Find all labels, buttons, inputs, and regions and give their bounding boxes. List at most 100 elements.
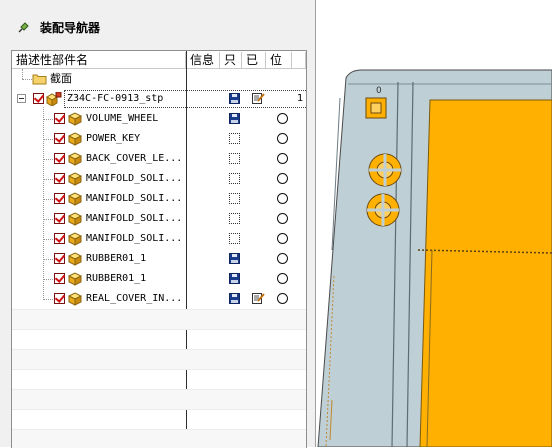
component-visibility-checkbox[interactable]: [54, 113, 65, 124]
component-cube-icon: [68, 172, 82, 186]
assembly-icon: [46, 92, 62, 106]
tree-row-component[interactable]: POWER_KEY: [12, 129, 306, 149]
tree-row-component[interactable]: MANIFOLD_SOLI...: [12, 189, 306, 209]
tree-connector: [43, 259, 53, 260]
column-header-name[interactable]: 描述性部件名: [12, 52, 186, 68]
tree-row-component[interactable]: REAL_COVER_IN...: [12, 289, 306, 309]
component-name: BACK_COVER_LE...: [86, 153, 183, 164]
panel-titlebar: 装配导航器: [0, 14, 315, 40]
tree-connector: [43, 239, 53, 240]
save-disk-icon: [229, 113, 240, 124]
tree-connector: [43, 179, 53, 180]
component-visibility-checkbox[interactable]: [54, 233, 65, 244]
position-circle-icon: [277, 273, 288, 284]
tree-connector: [43, 279, 53, 280]
empty-row: [12, 309, 306, 330]
section-label: 截面: [50, 72, 72, 85]
component-name: REAL_COVER_IN...: [86, 293, 183, 304]
tree-row-section[interactable]: 截面: [12, 69, 306, 89]
root-part-name: Z34C-FC-0913_stp: [67, 93, 164, 104]
assembly-navigator-panel: 装配导航器 描述性部件名 信息 只 已 位 截面 Z34C-FC-0913_st…: [0, 0, 316, 448]
empty-row: [12, 429, 306, 448]
component-cube-icon: [68, 112, 82, 126]
edit-note-icon: [252, 293, 265, 304]
component-visibility-checkbox[interactable]: [54, 173, 65, 184]
tree-connector: [43, 219, 53, 220]
save-disk-icon: [229, 293, 240, 304]
collapse-toggle[interactable]: [17, 94, 26, 103]
tree-connector: [43, 199, 53, 200]
root-count: 1: [297, 93, 304, 104]
component-cube-icon: [68, 292, 82, 306]
pin-icon[interactable]: [16, 21, 30, 35]
column-header-more[interactable]: [292, 52, 306, 68]
save-disk-icon: [229, 253, 240, 264]
component-name: POWER_KEY: [86, 133, 141, 144]
component-name: MANIFOLD_SOLI...: [86, 213, 183, 224]
position-circle-icon: [277, 293, 288, 304]
edit-note-icon: [252, 93, 265, 104]
empty-row: [12, 389, 306, 410]
position-circle-icon: [277, 173, 288, 184]
component-name: MANIFOLD_SOLI...: [86, 233, 183, 244]
empty-row: [12, 409, 306, 430]
component-visibility-checkbox[interactable]: [54, 193, 65, 204]
component-name: RUBBER01_1: [86, 253, 147, 264]
component-visibility-checkbox[interactable]: [54, 153, 65, 164]
component-cube-icon: [68, 272, 82, 286]
tree-connector: [43, 139, 53, 140]
panel-title: 装配导航器: [40, 21, 101, 35]
component-cube-icon: [68, 232, 82, 246]
root-visibility-checkbox[interactable]: [33, 93, 44, 104]
empty-row: [12, 329, 306, 350]
tree-row-component[interactable]: BACK_COVER_LE...: [12, 149, 306, 169]
svg-text:0: 0: [376, 86, 382, 96]
unsaved-box-icon: [229, 193, 240, 204]
tree-row-component[interactable]: VOLUME_WHEEL: [12, 109, 306, 129]
component-visibility-checkbox[interactable]: [54, 133, 65, 144]
save-disk-icon: [229, 273, 240, 284]
tree-header: 描述性部件名 信息 只 已 位: [12, 51, 306, 69]
position-circle-icon: [277, 193, 288, 204]
column-header-readonly[interactable]: 只: [220, 52, 242, 68]
component-name: MANIFOLD_SOLI...: [86, 193, 183, 204]
tree-connector: [43, 119, 53, 120]
component-name: RUBBER01_1: [86, 273, 147, 284]
component-visibility-checkbox[interactable]: [54, 253, 65, 264]
unsaved-box-icon: [229, 173, 240, 184]
empty-row: [12, 349, 306, 370]
tree-row-root[interactable]: Z34C-FC-0913_stp 1: [12, 89, 306, 109]
tree-row-component[interactable]: MANIFOLD_SOLI...: [12, 209, 306, 229]
save-disk-icon: [229, 93, 240, 104]
tree-connector: [43, 159, 53, 160]
unsaved-box-icon: [229, 213, 240, 224]
component-name: VOLUME_WHEEL: [86, 113, 159, 124]
component-visibility-checkbox[interactable]: [54, 273, 65, 284]
unsaved-box-icon: [229, 153, 240, 164]
position-circle-icon: [277, 133, 288, 144]
column-header-modified[interactable]: 已: [242, 52, 266, 68]
component-visibility-checkbox[interactable]: [54, 213, 65, 224]
position-circle-icon: [277, 213, 288, 224]
assembly-tree[interactable]: 描述性部件名 信息 只 已 位 截面 Z34C-FC-0913_stp 1 VO…: [11, 50, 307, 448]
component-cube-icon: [68, 152, 82, 166]
empty-row: [12, 369, 306, 390]
component-cube-icon: [68, 192, 82, 206]
tree-connector: [43, 299, 53, 300]
component-visibility-checkbox[interactable]: [54, 293, 65, 304]
tree-row-component[interactable]: RUBBER01_1: [12, 269, 306, 289]
position-circle-icon: [277, 113, 288, 124]
column-header-position[interactable]: 位: [266, 52, 292, 68]
component-name: MANIFOLD_SOLI...: [86, 173, 183, 184]
tree-row-component[interactable]: RUBBER01_1: [12, 249, 306, 269]
unsaved-box-icon: [229, 133, 240, 144]
folder-icon: [32, 74, 47, 85]
component-cube-icon: [68, 212, 82, 226]
column-header-info[interactable]: 信息: [186, 52, 220, 68]
tree-row-component[interactable]: MANIFOLD_SOLI...: [12, 169, 306, 189]
unsaved-box-icon: [229, 233, 240, 244]
tree-row-component[interactable]: MANIFOLD_SOLI...: [12, 229, 306, 249]
component-cube-icon: [68, 252, 82, 266]
position-circle-icon: [277, 253, 288, 264]
position-circle-icon: [277, 233, 288, 244]
